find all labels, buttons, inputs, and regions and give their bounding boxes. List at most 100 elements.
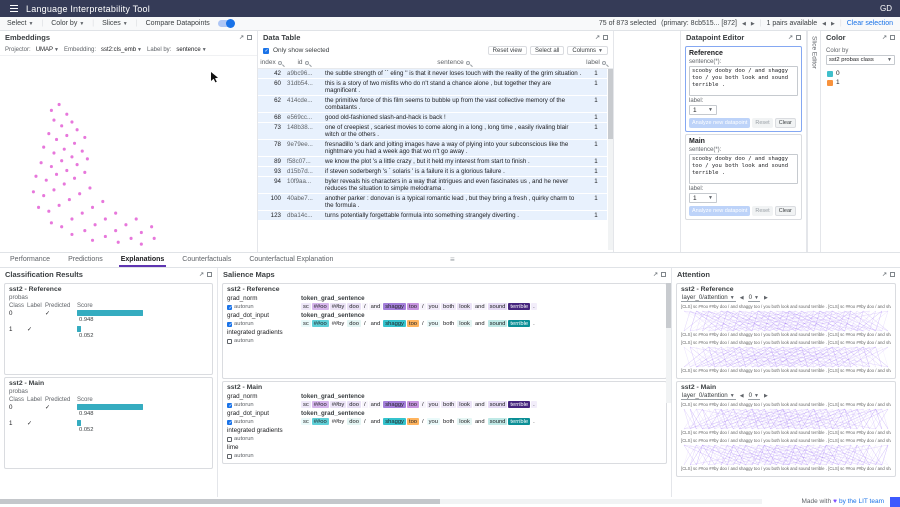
- salience-token[interactable]: doo: [347, 303, 361, 310]
- salience-token[interactable]: both: [441, 418, 456, 425]
- autorun-checkbox[interactable]: [227, 339, 232, 344]
- salience-token[interactable]: shaggy: [383, 303, 406, 310]
- reset-button[interactable]: Reset: [752, 118, 772, 128]
- maximize-icon[interactable]: [207, 272, 212, 277]
- salience-token[interactable]: look: [457, 401, 472, 408]
- salience-token[interactable]: ##oo: [312, 320, 329, 327]
- head-select[interactable]: 0▼: [748, 294, 760, 302]
- tab-explanations[interactable]: Explanations: [119, 253, 167, 267]
- columns-button[interactable]: Columns▼: [567, 46, 608, 55]
- classification-row[interactable]: 1 ✓ 0.052: [9, 420, 208, 433]
- embedding-point[interactable]: [78, 192, 81, 195]
- salience-token[interactable]: you: [427, 303, 440, 310]
- embedding-point[interactable]: [114, 229, 117, 232]
- embedding-point[interactable]: [58, 204, 61, 207]
- salience-token[interactable]: you: [427, 418, 440, 425]
- popout-icon[interactable]: ↗: [653, 272, 658, 278]
- embedding-point[interactable]: [32, 190, 35, 193]
- projector-select[interactable]: UMAP▼: [36, 47, 59, 53]
- embedding-point[interactable]: [52, 118, 55, 121]
- prev-datapoint-button[interactable]: ◀: [742, 21, 746, 27]
- embedding-point[interactable]: [47, 132, 50, 135]
- salience-token[interactable]: /: [362, 401, 368, 408]
- select-menu[interactable]: Select▼: [7, 20, 33, 27]
- embedding-point[interactable]: [81, 149, 84, 152]
- embedding-point[interactable]: [37, 206, 40, 209]
- tab-counterfactuals[interactable]: Counterfactuals: [180, 253, 233, 267]
- table-row[interactable]: 73148b38...one of creepiest , scariest m…: [258, 123, 607, 140]
- autorun-checkbox[interactable]: [227, 454, 232, 459]
- embedding-point[interactable]: [65, 113, 68, 116]
- compare-datapoints-toggle[interactable]: [218, 20, 234, 27]
- tab-performance[interactable]: Performance: [8, 253, 52, 267]
- labelby-select[interactable]: sentence▼: [176, 47, 206, 53]
- salience-token[interactable]: and: [369, 303, 383, 310]
- embedding-point[interactable]: [50, 165, 53, 168]
- embedding-point[interactable]: [60, 124, 63, 127]
- embedding-point[interactable]: [70, 217, 73, 220]
- embedding-point[interactable]: [104, 235, 107, 238]
- horizontal-scrollbar[interactable]: [0, 499, 762, 504]
- salience-token[interactable]: doo: [347, 418, 361, 425]
- salience-token[interactable]: sc: [301, 303, 311, 310]
- salience-token[interactable]: ##by: [330, 401, 347, 408]
- embedding-point[interactable]: [55, 138, 58, 141]
- salience-token[interactable]: doo: [347, 401, 361, 408]
- clear-button[interactable]: Clear: [775, 206, 796, 216]
- salience-token[interactable]: terrible: [508, 418, 530, 425]
- table-row[interactable]: 6031db54...this is a story of two misfit…: [258, 79, 607, 96]
- salience-token[interactable]: /: [362, 320, 368, 327]
- embedding-point[interactable]: [45, 179, 48, 182]
- salience-token[interactable]: too: [407, 418, 419, 425]
- layer-select[interactable]: layer_0/attention▼: [681, 294, 736, 302]
- salience-token[interactable]: sc: [301, 320, 311, 327]
- salience-token[interactable]: ##by: [330, 320, 347, 327]
- maximize-icon[interactable]: [661, 272, 666, 277]
- salience-token[interactable]: terrible: [508, 303, 530, 310]
- salience-token[interactable]: and: [369, 401, 383, 408]
- next-datapoint-button[interactable]: ▶: [751, 21, 755, 27]
- popout-icon[interactable]: ↗: [595, 35, 600, 41]
- salience-token[interactable]: /: [362, 303, 368, 310]
- embedding-point[interactable]: [50, 221, 53, 224]
- table-row[interactable]: 789e79ee...fresnadillo 's dark and jolti…: [258, 140, 607, 157]
- table-row[interactable]: 93d15b7d...if steven soderbergh 's ` sol…: [258, 167, 607, 177]
- select-all-button[interactable]: Select all: [530, 46, 564, 55]
- scrollbar-handle[interactable]: [608, 69, 613, 139]
- salience-token[interactable]: ##oo: [312, 401, 329, 408]
- salience-token[interactable]: and: [369, 418, 383, 425]
- head-select[interactable]: 0▼: [748, 392, 760, 400]
- embedding-point[interactable]: [70, 120, 73, 123]
- embedding-point[interactable]: [52, 151, 55, 154]
- embedding-point[interactable]: [101, 200, 104, 203]
- embedding-point[interactable]: [124, 223, 127, 226]
- salience-token[interactable]: too: [407, 401, 419, 408]
- scrollbar-handle[interactable]: [666, 283, 671, 328]
- embedding-point[interactable]: [91, 206, 94, 209]
- tab-predictions[interactable]: Predictions: [66, 253, 105, 267]
- embedding-point[interactable]: [83, 136, 86, 139]
- next-head-button[interactable]: ▶: [764, 295, 768, 301]
- embedding-point[interactable]: [68, 198, 71, 201]
- embedding-point[interactable]: [83, 229, 86, 232]
- salience-token[interactable]: terrible: [508, 320, 530, 327]
- embedding-point[interactable]: [58, 103, 61, 106]
- salience-token[interactable]: look: [457, 320, 472, 327]
- maximize-icon[interactable]: [796, 35, 801, 40]
- layer-select[interactable]: layer_0/attention▼: [681, 392, 736, 400]
- salience-token[interactable]: you: [427, 320, 440, 327]
- table-row[interactable]: 42a9bc96...the subtle strength of `` eli…: [258, 69, 607, 79]
- salience-token[interactable]: ##oo: [312, 418, 329, 425]
- autorun-checkbox[interactable]: [227, 420, 232, 425]
- embedding-point[interactable]: [60, 159, 63, 162]
- search-icon[interactable]: [278, 61, 282, 65]
- maximize-icon[interactable]: [890, 272, 895, 277]
- salience-token[interactable]: /: [420, 320, 426, 327]
- salience-token[interactable]: sc: [301, 401, 311, 408]
- embedding-point[interactable]: [76, 163, 79, 166]
- next-pair-button[interactable]: ▶: [831, 21, 835, 27]
- column-header-index[interactable]: index: [260, 59, 276, 66]
- salience-token[interactable]: sound: [488, 303, 508, 310]
- table-row[interactable]: 123dba14c...turns potentially forgettabl…: [258, 211, 607, 221]
- prev-head-button[interactable]: ◀: [740, 295, 744, 301]
